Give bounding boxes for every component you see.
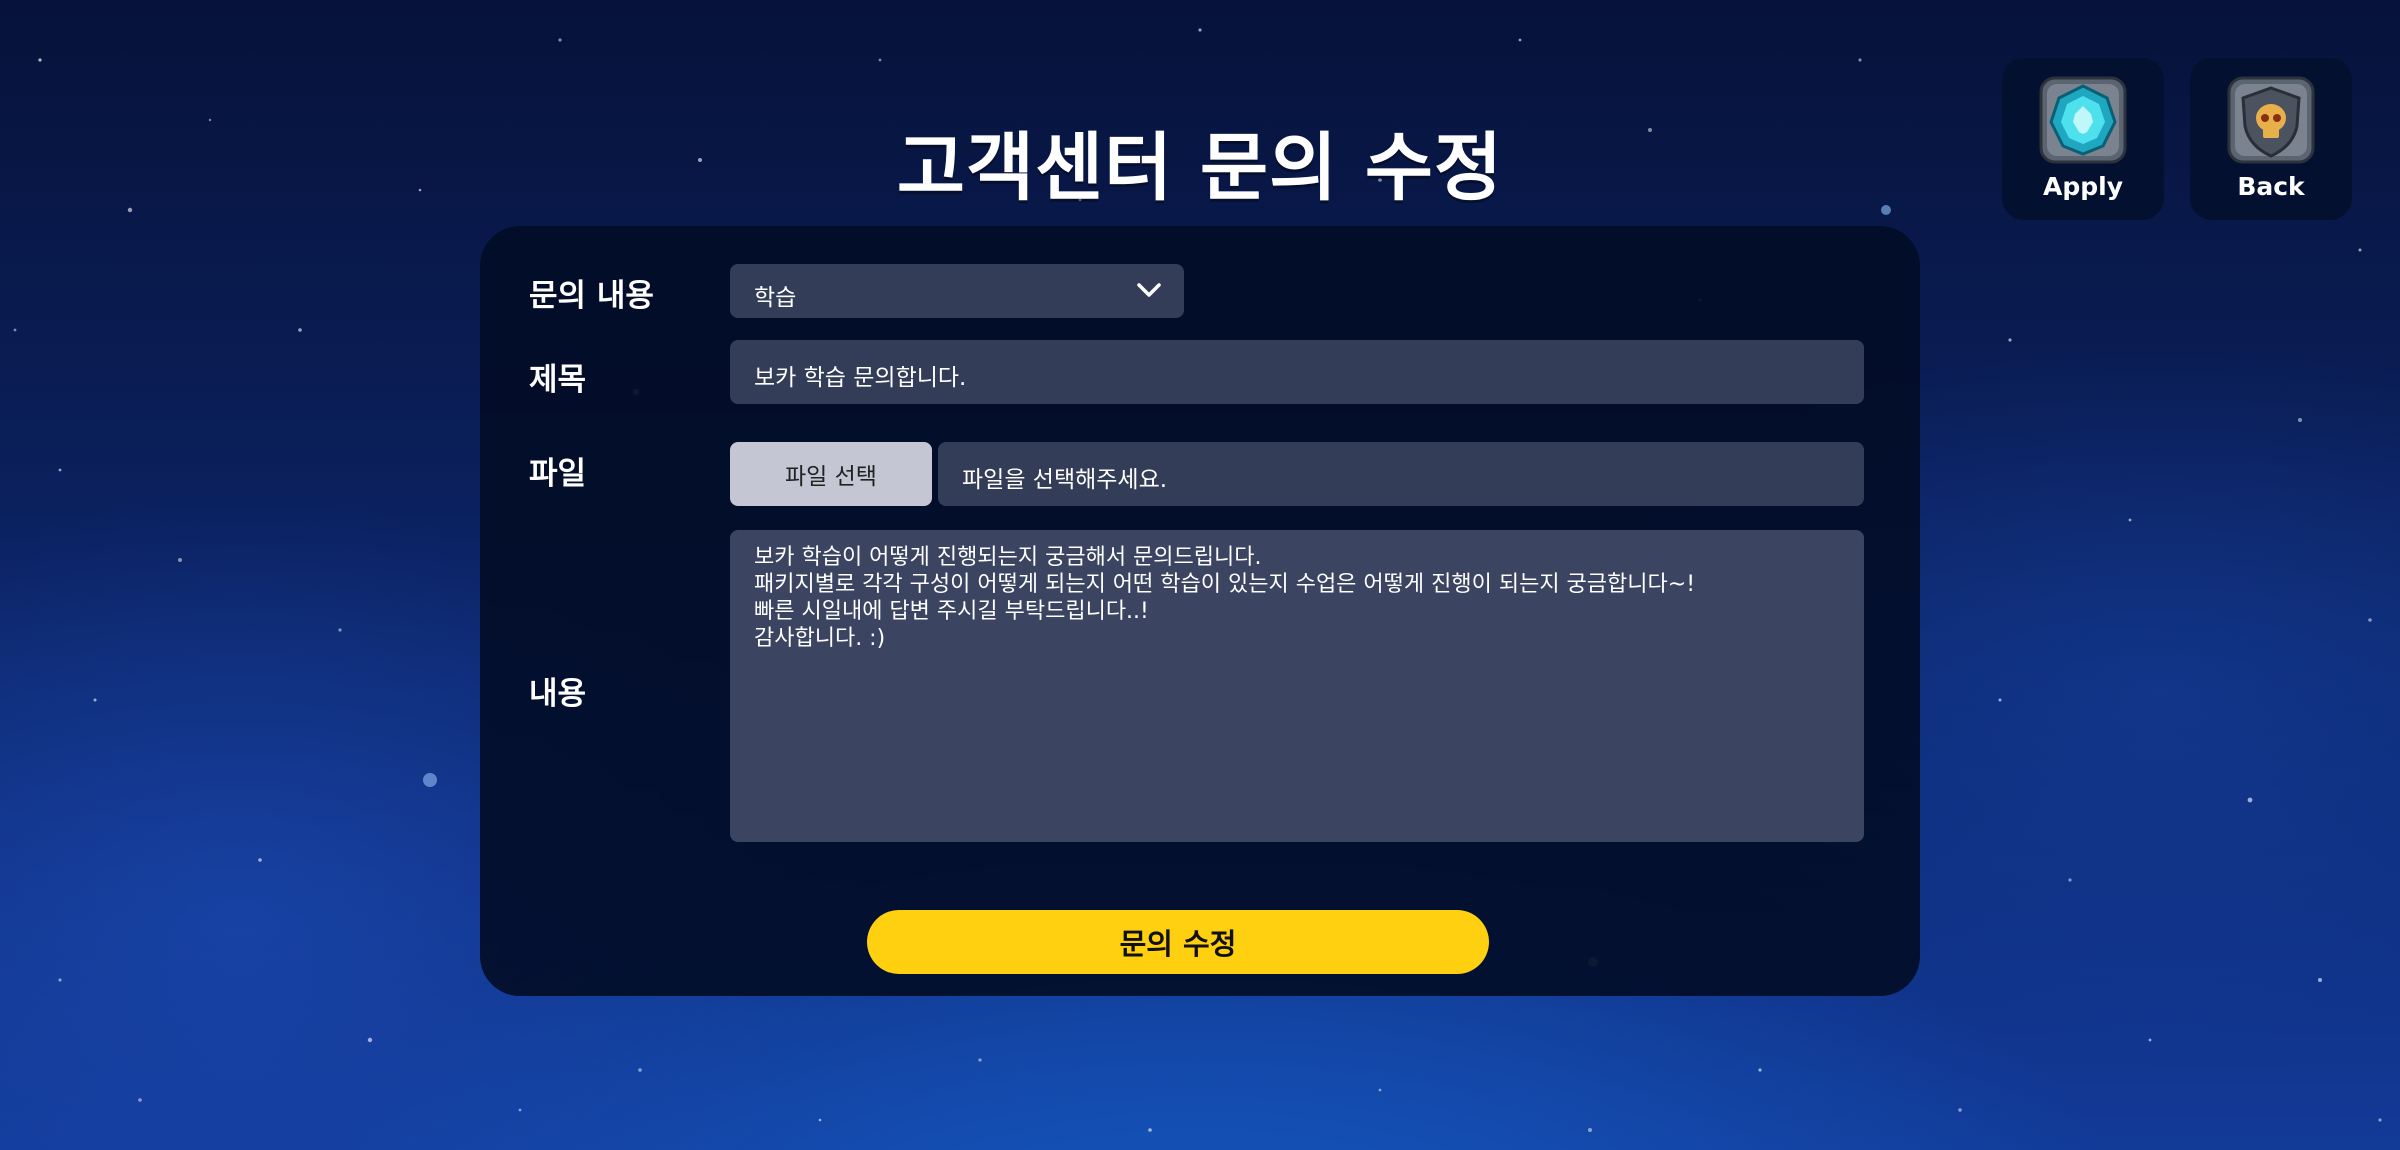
teal-gem-icon (2039, 76, 2127, 164)
subject-input[interactable]: 보카 학습 문의합니다. (730, 340, 1864, 404)
chevron-down-icon (1137, 283, 1161, 297)
back-label: Back (2237, 172, 2305, 201)
file-label: 파일 (529, 456, 587, 492)
content-label: 내용 (529, 676, 587, 712)
file-name-field[interactable]: 파일을 선택해주세요. (938, 442, 1864, 506)
subject-label: 제목 (529, 362, 587, 398)
apply-button[interactable]: Apply (2002, 58, 2164, 220)
content-textarea[interactable]: 보카 학습이 어떻게 진행되는지 궁금해서 문의드립니다. 패키지별로 각각 구… (730, 530, 1864, 842)
file-select-button[interactable]: 파일 선택 (730, 442, 932, 506)
back-button[interactable]: Back (2190, 58, 2352, 220)
skull-shield-icon (2227, 76, 2315, 164)
inquiry-type-value: 학습 (754, 285, 797, 311)
apply-label: Apply (2042, 172, 2123, 201)
inquiry-type-label: 문의 내용 (529, 278, 654, 314)
submit-edit-button[interactable]: 문의 수정 (867, 910, 1489, 974)
inquiry-edit-form: 문의 내용 학습 제목 보카 학습 문의합니다. 파일 파일 선택 파일을 선택… (480, 226, 1920, 996)
inquiry-type-select[interactable]: 학습 (730, 264, 1184, 318)
